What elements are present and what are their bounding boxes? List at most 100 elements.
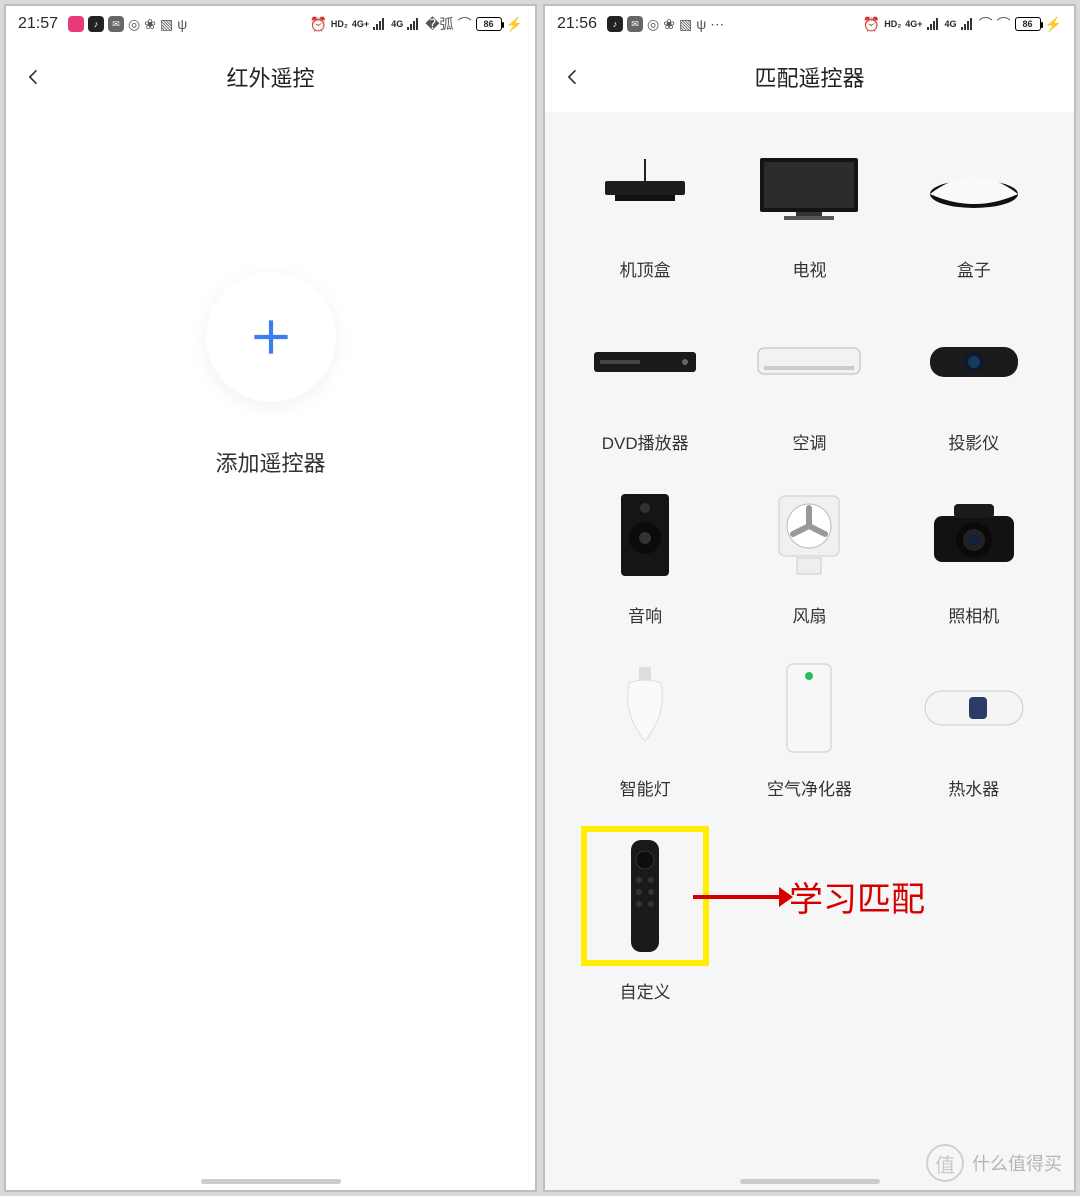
annotation-text: 学习匹配 xyxy=(789,872,925,921)
device-cell-projector[interactable]: 投影仪 xyxy=(892,307,1056,454)
plus-icon xyxy=(246,312,296,362)
device-label: 电视 xyxy=(792,256,826,281)
home-indicator[interactable] xyxy=(740,1179,880,1184)
add-remote-button[interactable] xyxy=(206,272,336,402)
device-cell-purifier[interactable]: 空气净化器 xyxy=(727,653,891,800)
fan-icon xyxy=(754,480,864,590)
usb-icon: ψ xyxy=(177,16,187,32)
device-label: 自定义 xyxy=(620,978,671,1003)
back-button[interactable] xyxy=(24,67,44,87)
hd2-icon: HD₂ xyxy=(331,19,348,29)
4g-icon-2: 4G xyxy=(391,19,403,29)
alarm-icon: ⏰ xyxy=(309,16,326,33)
device-label: 风扇 xyxy=(792,602,826,627)
signal-bars-icon xyxy=(373,18,387,30)
watermark: 值 什么值得买 xyxy=(926,1144,1062,1182)
device-label: 空调 xyxy=(792,429,826,454)
device-label: DVD播放器 xyxy=(602,429,689,454)
msg-icon: ✉ xyxy=(108,16,124,32)
dvd-icon xyxy=(590,307,700,417)
4g-icon: 4G+ xyxy=(352,19,369,29)
wechat-icon: ❀ xyxy=(144,16,156,33)
wifi-icon-2: ⌒ xyxy=(458,14,472,34)
device-cell-fan[interactable]: 风扇 xyxy=(727,480,891,627)
device-cell-heater[interactable]: 热水器 xyxy=(892,653,1056,800)
app-douyin-icon: ♪ xyxy=(88,16,104,32)
device-cell-tv[interactable]: 电视 xyxy=(727,134,891,281)
remote-icon xyxy=(581,826,709,966)
status-left: 21:56 ♪ ✉ ◎ ❀ ▧ ψ ⋯ xyxy=(557,15,724,33)
4g-icon: 4G+ xyxy=(905,19,922,29)
watermark-icon: 值 xyxy=(926,1144,964,1182)
stb-icon xyxy=(590,134,700,244)
device-cell-box[interactable]: 盒子 xyxy=(892,134,1056,281)
signal-bars-icon xyxy=(927,18,941,30)
battery-icon: 86 xyxy=(476,17,502,31)
charging-icon: ⚡ xyxy=(506,16,523,33)
wifi-icon-2: ⌒ xyxy=(997,14,1011,34)
arrow-right-icon xyxy=(693,895,783,899)
box-icon xyxy=(919,134,1029,244)
empty-state: 添加遥控器 xyxy=(6,112,535,1190)
page-title: 红外遥控 xyxy=(226,61,314,93)
device-grid: 机顶盒 电视 盒子 DVD播放器 空调 xyxy=(545,112,1074,1190)
more-icon: ⋯ xyxy=(710,16,724,33)
device-cell-dvd[interactable]: DVD播放器 xyxy=(563,307,727,454)
device-label: 照相机 xyxy=(948,602,999,627)
device-cell-light[interactable]: 智能灯 xyxy=(563,653,727,800)
battery-icon: 86 xyxy=(1015,17,1041,31)
4g-icon-2: 4G xyxy=(945,19,957,29)
device-label: 机顶盒 xyxy=(620,256,671,281)
status-bar: 21:57 ♪ ✉ ◎ ❀ ▧ ψ ⏰ HD₂ 4G+ 4G �弧 ⌒ 86 ⚡ xyxy=(6,6,535,42)
netease-icon: ◎ xyxy=(647,16,659,33)
left-screenshot: 21:57 ♪ ✉ ◎ ❀ ▧ ψ ⏰ HD₂ 4G+ 4G �弧 ⌒ 86 ⚡… xyxy=(4,4,537,1192)
alarm-icon: ⏰ xyxy=(863,16,880,33)
activity-icon: ▧ xyxy=(679,16,692,33)
charging-icon: ⚡ xyxy=(1045,16,1062,33)
status-time: 21:57 xyxy=(18,15,58,33)
status-right: ⏰ HD₂ 4G+ 4G ⌒ ⌒ 86 ⚡ xyxy=(863,14,1062,34)
light-icon xyxy=(590,653,700,763)
purifier-icon xyxy=(754,653,864,763)
page-title: 匹配遥控器 xyxy=(754,61,864,93)
device-cell-speaker[interactable]: 音响 xyxy=(563,480,727,627)
app-douyin-icon: ♪ xyxy=(607,16,623,32)
back-button[interactable] xyxy=(563,67,583,87)
tv-icon xyxy=(754,134,864,244)
device-label: 投影仪 xyxy=(948,429,999,454)
speaker-icon xyxy=(590,480,700,590)
device-cell-custom[interactable]: 自定义 学习匹配 xyxy=(563,826,727,1003)
right-screenshot: 21:56 ♪ ✉ ◎ ❀ ▧ ψ ⋯ ⏰ HD₂ 4G+ 4G ⌒ ⌒ 86 … xyxy=(543,4,1076,1192)
add-remote-label: 添加遥控器 xyxy=(215,446,325,478)
nav-bar: 红外遥控 xyxy=(6,42,535,112)
device-cell-camera[interactable]: 照相机 xyxy=(892,480,1056,627)
chevron-left-icon xyxy=(563,67,583,87)
netease-icon: ◎ xyxy=(128,16,140,33)
annotation: 学习匹配 xyxy=(693,872,925,921)
signal-bars-icon-2 xyxy=(407,18,421,30)
status-right: ⏰ HD₂ 4G+ 4G �弧 ⌒ 86 ⚡ xyxy=(309,14,523,34)
status-time: 21:56 xyxy=(557,15,597,33)
wifi-icon: ⌒ xyxy=(979,14,993,34)
hd2-icon: HD₂ xyxy=(884,19,901,29)
device-cell-ac[interactable]: 空调 xyxy=(727,307,891,454)
projector-icon xyxy=(919,307,1029,417)
activity-icon: ▧ xyxy=(160,16,173,33)
camera-icon xyxy=(919,480,1029,590)
home-indicator[interactable] xyxy=(201,1179,341,1184)
signal-bars-icon-2 xyxy=(961,18,975,30)
nav-bar: 匹配遥控器 xyxy=(545,42,1074,112)
status-bar: 21:56 ♪ ✉ ◎ ❀ ▧ ψ ⋯ ⏰ HD₂ 4G+ 4G ⌒ ⌒ 86 … xyxy=(545,6,1074,42)
heater-icon xyxy=(919,653,1029,763)
device-label: 盒子 xyxy=(957,256,991,281)
device-cell-stb[interactable]: 机顶盒 xyxy=(563,134,727,281)
device-label: 热水器 xyxy=(948,775,999,800)
app-icon xyxy=(68,16,84,32)
wifi-icon: �弧 xyxy=(425,14,453,34)
msg-icon: ✉ xyxy=(627,16,643,32)
device-label: 音响 xyxy=(628,602,662,627)
wechat-icon: ❀ xyxy=(663,16,675,33)
status-left: 21:57 ♪ ✉ ◎ ❀ ▧ ψ xyxy=(18,15,187,33)
usb-icon: ψ xyxy=(696,16,706,32)
chevron-left-icon xyxy=(24,67,44,87)
